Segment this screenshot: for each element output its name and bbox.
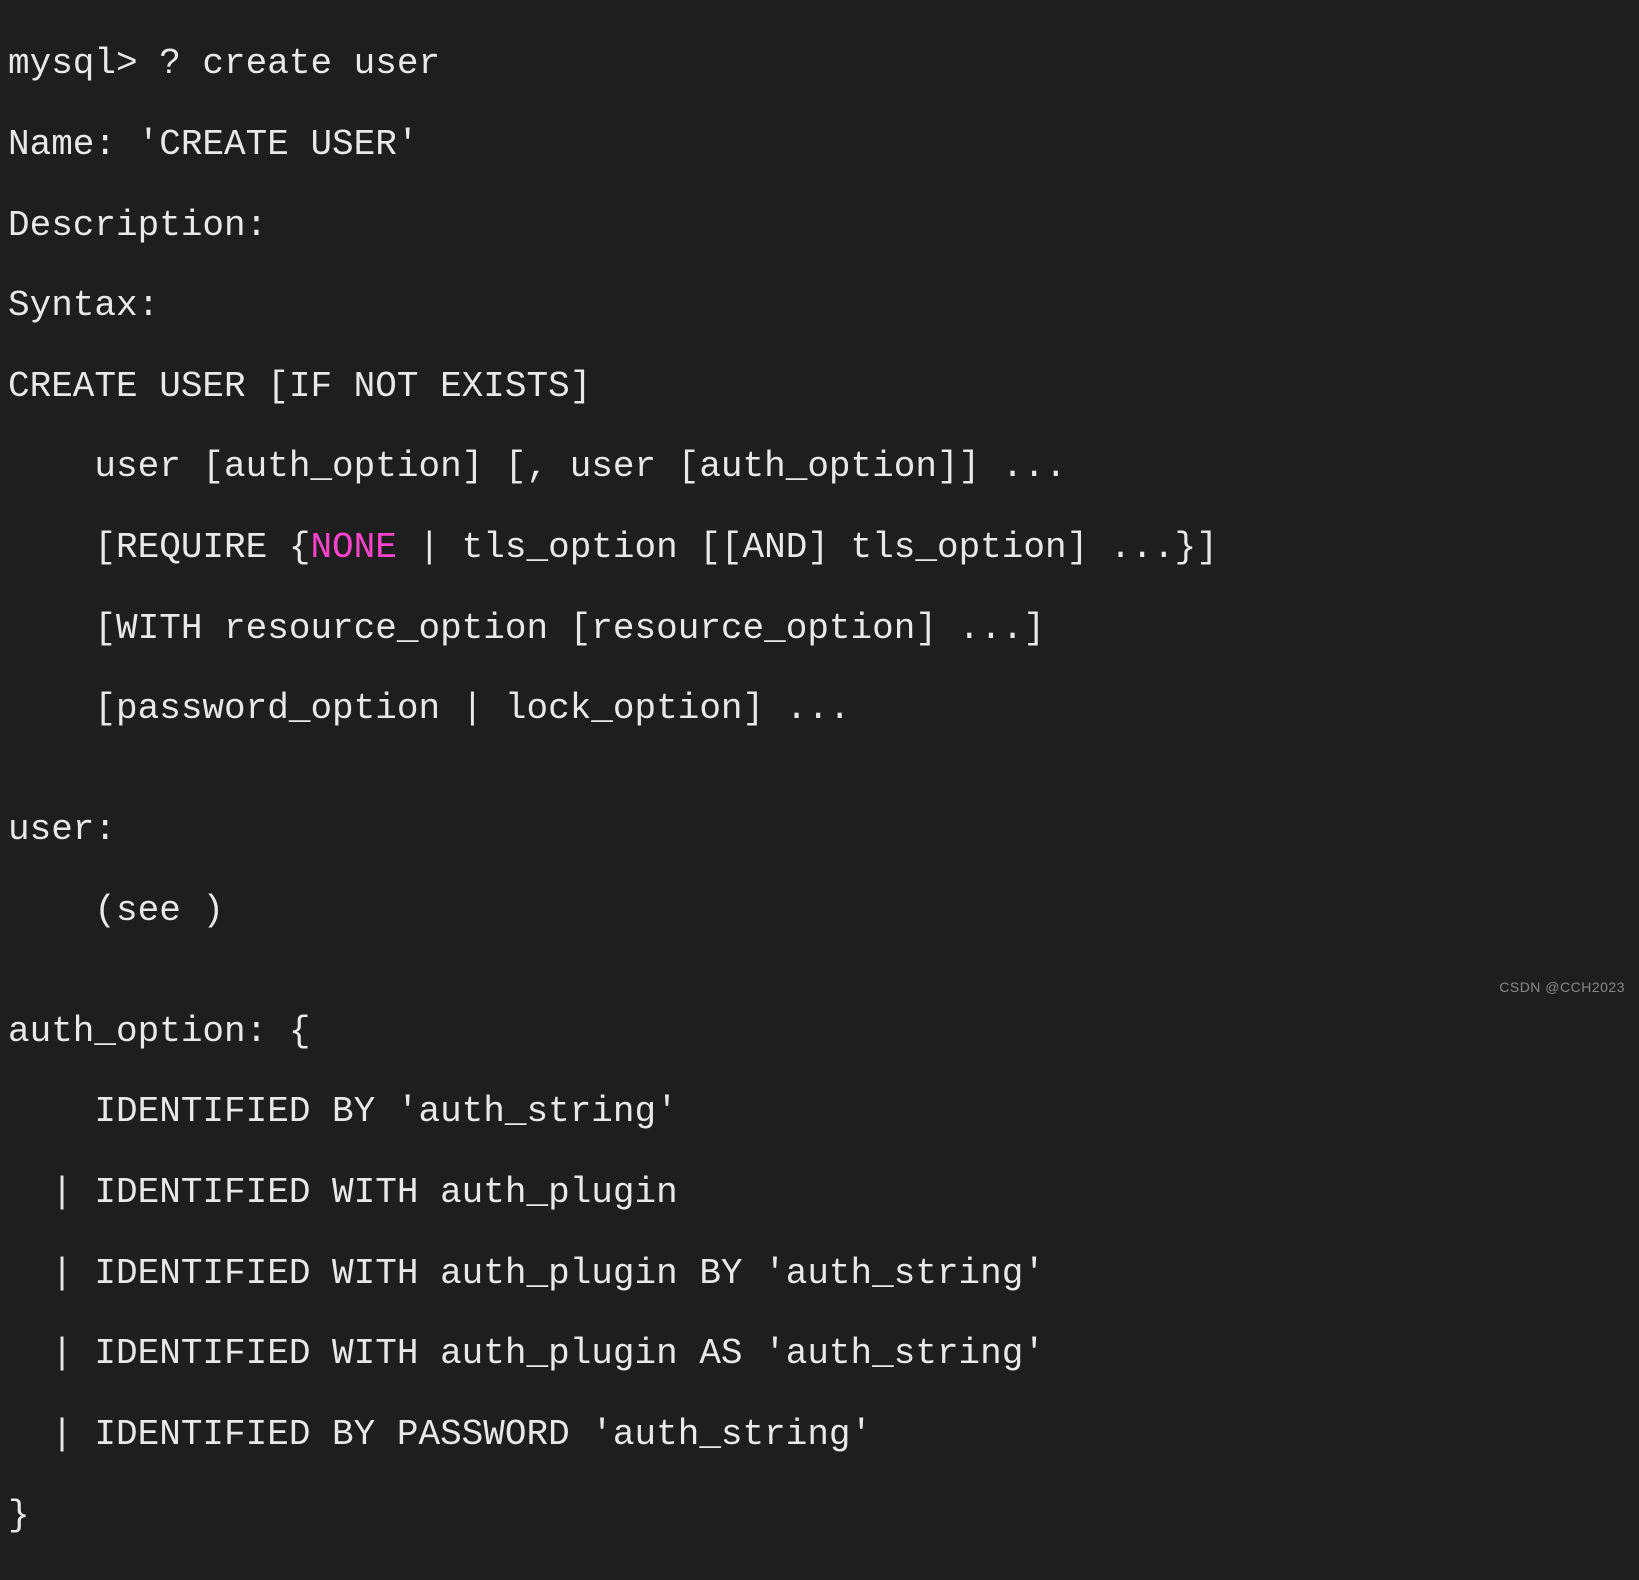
terminal-line: auth_option: {: [8, 1012, 1631, 1052]
terminal-line: user:: [8, 810, 1631, 850]
terminal-line: [REQUIRE {NONE | tls_option [[AND] tls_o…: [8, 528, 1631, 568]
highlight-keyword: NONE: [310, 527, 396, 568]
terminal-line: | IDENTIFIED WITH auth_plugin BY 'auth_s…: [8, 1254, 1631, 1294]
terminal-line: Description:: [8, 206, 1631, 246]
terminal-line: | IDENTIFIED WITH auth_plugin AS 'auth_s…: [8, 1334, 1631, 1374]
terminal-line: user [auth_option] [, user [auth_option]…: [8, 447, 1631, 487]
terminal-line: (see ): [8, 891, 1631, 931]
watermark-text: CSDN @CCH2023: [1499, 980, 1625, 996]
line-segment: [REQUIRE {: [8, 527, 310, 568]
terminal-line: mysql> ? create user: [8, 44, 1631, 84]
terminal-output: mysql> ? create user Name: 'CREATE USER'…: [0, 0, 1639, 1580]
terminal-line: [WITH resource_option [resource_option] …: [8, 609, 1631, 649]
terminal-line: Name: 'CREATE USER': [8, 125, 1631, 165]
line-segment: | tls_option [[AND] tls_option] ...}]: [397, 527, 1218, 568]
terminal-line: CREATE USER [IF NOT EXISTS]: [8, 367, 1631, 407]
terminal-line: [password_option | lock_option] ...: [8, 689, 1631, 729]
terminal-line: }: [8, 1496, 1631, 1536]
terminal-line: IDENTIFIED BY 'auth_string': [8, 1092, 1631, 1132]
terminal-line: Syntax:: [8, 286, 1631, 326]
terminal-line: | IDENTIFIED BY PASSWORD 'auth_string': [8, 1415, 1631, 1455]
terminal-line: | IDENTIFIED WITH auth_plugin: [8, 1173, 1631, 1213]
